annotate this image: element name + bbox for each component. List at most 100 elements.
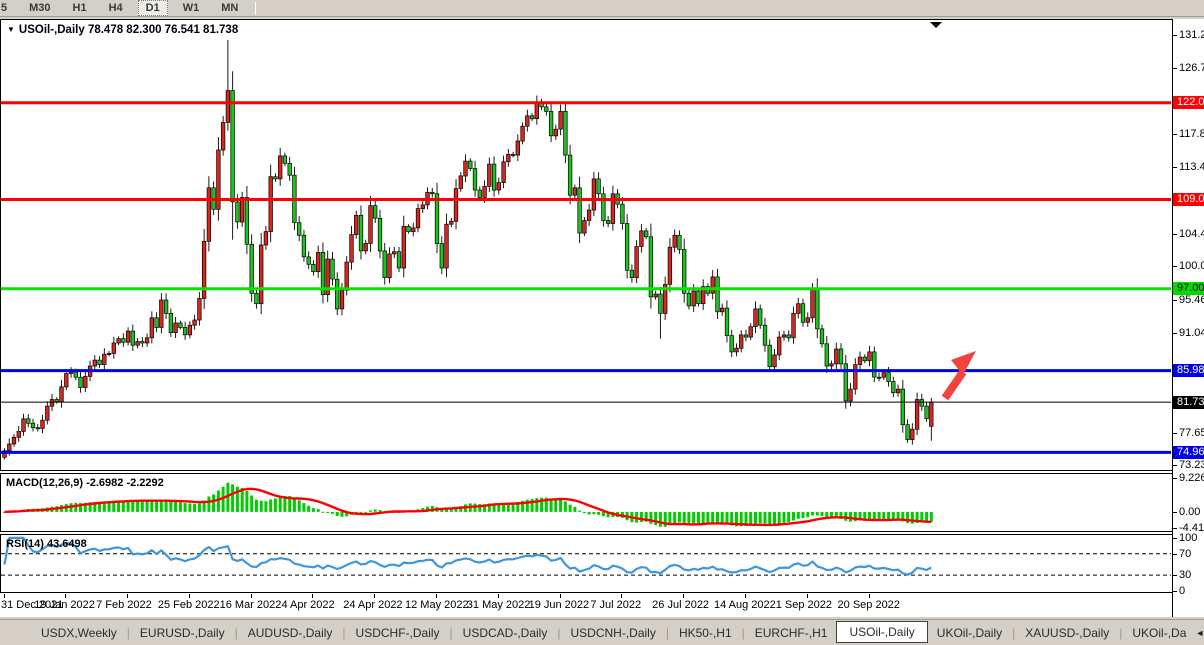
rsi-line [5, 538, 932, 575]
date-label: 12 May 2022 [405, 599, 469, 611]
date-label: 7 Jul 2022 [590, 599, 641, 611]
tab-scroll-left-icon[interactable]: ◄ [1195, 628, 1204, 638]
price-badge-81.738: 81.738 [1173, 396, 1204, 409]
symbol-tabbar: USDX,Weekly|EURUSD-,Daily|AUDUSD-,Daily|… [0, 619, 1204, 645]
date-tick [498, 594, 499, 598]
macd-axis-9.2266: 9.2266 [1179, 472, 1204, 484]
timeframe-button-H4[interactable]: H4 [102, 1, 130, 15]
chart-title: ▼ USOil-,Daily 78.478 82.300 76.541 81.73… [7, 24, 238, 36]
timeframe-button-M30[interactable]: M30 [22, 1, 57, 15]
axis-tick [1173, 68, 1177, 69]
date-label: 19 Jun 2022 [529, 599, 590, 611]
axis-tick [1173, 478, 1177, 479]
macd-panel[interactable]: MACD(12,26,9) -2.6982 -2.2292 [0, 473, 1172, 532]
date-label: 24 Apr 2022 [343, 599, 402, 611]
tab-eurusd-daily[interactable]: EURUSD-,Daily [131, 623, 234, 643]
axis-tick [1173, 538, 1177, 539]
date-tick [189, 594, 190, 598]
axis-tick [1173, 512, 1177, 513]
chart-window: ▼ USOil-,Daily 78.478 82.300 76.541 81.73… [0, 19, 1204, 617]
price-tick-95.460: 95.460 [1179, 294, 1204, 306]
rsi-axis-0: 0 [1179, 585, 1185, 597]
chart-shift-marker [930, 22, 942, 28]
date-axis[interactable]: 31 Dec 202119 Jan 20227 Feb 202225 Feb 2… [0, 594, 1172, 617]
date-label: 16 Mar 2022 [220, 599, 282, 611]
timeframe-button-H1[interactable]: H1 [66, 1, 94, 15]
tab-usdcnh-daily[interactable]: USDCNH-,Daily [561, 623, 664, 643]
date-label: 4 Apr 2022 [281, 599, 334, 611]
tab-audusd-daily[interactable]: AUDUSD-,Daily [239, 623, 342, 643]
timeframe-toolbar: 5 M30 H1 H4 D1 W1 MN [0, 0, 1204, 17]
tab-scroll-buttons: ◄► [1195, 628, 1204, 638]
price-badge-109.030: 109.030 [1173, 193, 1204, 206]
price-tick-131.210: 131.210 [1179, 29, 1204, 41]
date-tick [4, 594, 5, 598]
tab-ukoil-da[interactable]: UKOil-,Da [1123, 623, 1195, 643]
axis-tick [1173, 167, 1177, 168]
date-tick [621, 594, 622, 598]
date-tick [374, 594, 375, 598]
mt4-terminal: 5 M30 H1 H4 D1 W1 MN ▼ USOil-,Daily 78.478 82.3… [0, 0, 1204, 645]
tab-usoil-daily[interactable]: USOil-,Daily [836, 621, 927, 643]
axis-tick [1173, 433, 1177, 434]
price-tick-117.820: 117.820 [1179, 128, 1204, 140]
date-tick [65, 594, 66, 598]
timeframe-button-D1[interactable]: D1 [138, 0, 168, 16]
symbol-dropdown-icon[interactable]: ▼ [7, 25, 15, 34]
macd-label: MACD(12,26,9) -2.6982 -2.2292 [6, 477, 164, 489]
tab-hk50-h1[interactable]: HK50-,H1 [670, 623, 741, 643]
macd-axis-0.00: 0.00 [1179, 506, 1200, 518]
date-tick [436, 594, 437, 598]
tab-usdx-weekly[interactable]: USDX,Weekly [32, 623, 126, 643]
rsi-axis-30: 30 [1179, 569, 1191, 581]
chart-title-text: USOil-,Daily 78.478 82.300 76.541 81.738 [19, 24, 238, 36]
trend-arrow [945, 351, 976, 398]
axis-tick [1173, 266, 1177, 267]
date-label: 14 Aug 2022 [714, 599, 776, 611]
date-tick [745, 594, 746, 598]
price-badge-85.988: 85.988 [1173, 364, 1204, 377]
date-label: 26 Jul 2022 [652, 599, 709, 611]
tab-ukoil-daily[interactable]: UKOil-,Daily [928, 623, 1011, 643]
tab-usdchf-daily[interactable]: USDCHF-,Daily [347, 623, 449, 643]
axis-tick [1173, 234, 1177, 235]
timeframe-button-W1[interactable]: W1 [176, 1, 207, 15]
tab-xauusd-daily[interactable]: XAUUSD-,Daily [1016, 623, 1118, 643]
macd-plot [1, 474, 1171, 531]
axis-tick [1173, 554, 1177, 555]
rsi-plot [1, 535, 1171, 592]
rsi-label: RSI(14) 43.6498 [6, 538, 87, 550]
timeframe-button-5[interactable]: 5 [0, 1, 14, 15]
price-tick-100.010: 100.010 [1179, 260, 1204, 272]
axis-tick [1173, 591, 1177, 592]
axis-tick [1173, 333, 1177, 334]
price-tick-126.790: 126.790 [1179, 62, 1204, 74]
tab-usdcad-daily[interactable]: USDCAD-,Daily [454, 623, 557, 643]
macd-histogram [3, 483, 933, 527]
price-tick-104.430: 104.430 [1179, 228, 1204, 240]
toolbar-separator [255, 2, 256, 15]
date-label: 1 Sep 2022 [776, 599, 832, 611]
axis-tick [1173, 35, 1177, 36]
date-tick [251, 594, 252, 598]
rsi-axis-100: 100 [1179, 532, 1197, 544]
date-label: 7 Feb 2022 [96, 599, 152, 611]
timeframe-button-MN[interactable]: MN [214, 1, 245, 15]
date-tick [683, 594, 684, 598]
date-tick [560, 594, 561, 598]
rsi-panel[interactable]: RSI(14) 43.6498 [0, 534, 1172, 593]
tab-eurchf-h1[interactable]: EURCHF-,H1 [746, 623, 837, 643]
date-tick [312, 594, 313, 598]
price-tick-113.400: 113.400 [1179, 161, 1204, 173]
price-chart-panel[interactable]: ▼ USOil-,Daily 78.478 82.300 76.541 81.73… [0, 19, 1172, 471]
date-label: 19 Jan 2022 [34, 599, 95, 611]
price-badge-74.969: 74.969 [1173, 446, 1204, 459]
price-scale[interactable]: 131.210 126.790 117.820 113.400 104.430 100.0… [1172, 19, 1204, 617]
date-tick [127, 594, 128, 598]
price-badge-97.007: 97.007 [1173, 282, 1204, 295]
date-label: 25 Feb 2022 [158, 599, 220, 611]
price-tick-91.040: 91.040 [1179, 327, 1204, 339]
rsi-axis-70: 70 [1179, 548, 1191, 560]
price-badge-122.060: 122.060 [1173, 96, 1204, 109]
date-tick [807, 594, 808, 598]
